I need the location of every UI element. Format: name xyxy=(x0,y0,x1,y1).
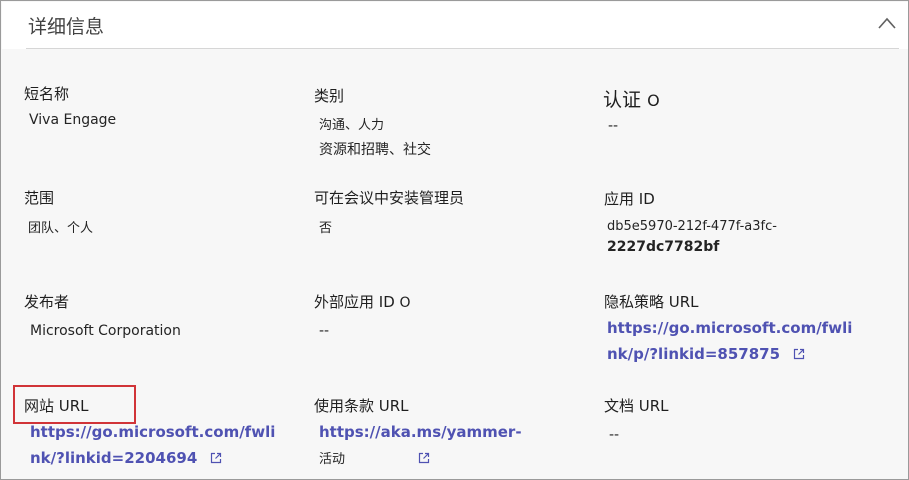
external-link-icon[interactable] xyxy=(793,348,805,360)
field-app-id: 应用 ID db5e5970-212f-477f-a3fc- 2227dc778… xyxy=(604,188,777,255)
certification-label-row: 认证 O xyxy=(603,85,660,112)
scope-label: 范围 xyxy=(24,189,55,207)
terms-link-line1[interactable]: https://aka.ms/yammer- xyxy=(319,419,522,445)
field-scope: 范围 团队、个人 xyxy=(24,187,93,236)
field-docs: 文档 URL -- xyxy=(604,395,669,443)
details-title: 详细信息 xyxy=(28,16,105,38)
certification-value: -- xyxy=(608,118,619,134)
info-icon[interactable]: O xyxy=(400,295,411,311)
privacy-policy-link-line2[interactable]: nk/p/?linkid=857875 xyxy=(607,345,780,363)
details-grid: 短名称 Viva Engage 类别 沟通、人力 资源和招聘、社交 认证 O -… xyxy=(2,49,908,479)
external-app-id-value: -- xyxy=(319,323,330,339)
external-link-icon[interactable] xyxy=(210,452,222,464)
field-privacy-policy: 隐私策略 URL https://go.microsoft.com/fwli n… xyxy=(604,291,852,367)
field-category: 类别 沟通、人力 资源和招聘、社交 xyxy=(314,85,431,159)
details-panel: 详细信息 短名称 Viva Engage 类别 沟通、人力 资源和招聘、社交 认… xyxy=(0,0,909,480)
field-publisher: 发布者 Microsoft Corporation xyxy=(24,291,181,339)
website-link-line2[interactable]: nk/?linkid=2204694 xyxy=(30,449,197,467)
meeting-install-label: 可在会议中安装管理员 xyxy=(314,189,465,207)
info-icon[interactable]: O xyxy=(647,91,660,110)
app-id-line2: 2227dc7782bf xyxy=(607,239,720,255)
scope-value: 团队、个人 xyxy=(28,221,94,236)
privacy-policy-link-row2[interactable]: nk/p/?linkid=857875 xyxy=(607,341,852,367)
chevron-up-icon[interactable] xyxy=(877,16,897,30)
docs-label: 文档 URL xyxy=(604,397,669,415)
terms-label: 使用条款 URL xyxy=(314,397,409,415)
category-label: 类别 xyxy=(314,87,345,105)
external-link-icon[interactable] xyxy=(418,452,430,464)
publisher-label: 发布者 xyxy=(24,293,70,311)
field-short-name: 短名称 Viva Engage xyxy=(24,83,116,128)
external-app-id-label: 外部应用 ID xyxy=(314,293,395,311)
website-link[interactable]: https://go.microsoft.com/fwli nk/?linkid… xyxy=(30,419,275,471)
category-line1: 沟通、人力 xyxy=(319,118,385,133)
certification-label: 认证 xyxy=(603,89,642,111)
app-id-line1: db5e5970-212f-477f-a3fc- xyxy=(607,219,777,234)
field-meeting-install: 可在会议中安装管理员 否 xyxy=(314,187,464,236)
terms-link[interactable]: https://aka.ms/yammer- 活动 xyxy=(319,419,522,473)
privacy-policy-link-line1[interactable]: https://go.microsoft.com/fwli xyxy=(607,315,852,341)
details-header[interactable]: 详细信息 xyxy=(2,2,908,49)
terms-link-row2[interactable]: 活动 xyxy=(319,445,522,473)
website-link-row2[interactable]: nk/?linkid=2204694 xyxy=(30,445,275,471)
privacy-policy-label: 隐私策略 URL xyxy=(604,293,699,311)
publisher-value: Microsoft Corporation xyxy=(30,323,181,339)
field-certification: 认证 O -- xyxy=(603,85,660,134)
terms-link-line2[interactable]: 活动 xyxy=(319,447,405,473)
meeting-install-value: 否 xyxy=(319,221,333,236)
docs-value: -- xyxy=(609,427,620,443)
short-name-label: 短名称 xyxy=(24,85,70,103)
field-external-app-id: 外部应用 ID O -- xyxy=(314,291,411,339)
external-app-id-label-row: 外部应用 ID O xyxy=(314,291,411,312)
privacy-policy-link[interactable]: https://go.microsoft.com/fwli nk/p/?link… xyxy=(607,315,852,367)
category-line2: 资源和招聘、社交 xyxy=(319,142,431,158)
app-id-label: 应用 ID xyxy=(604,190,655,208)
highlight-box xyxy=(13,385,136,424)
short-name-value: Viva Engage xyxy=(29,112,117,128)
field-terms: 使用条款 URL https://aka.ms/yammer- 活动 xyxy=(314,395,522,473)
